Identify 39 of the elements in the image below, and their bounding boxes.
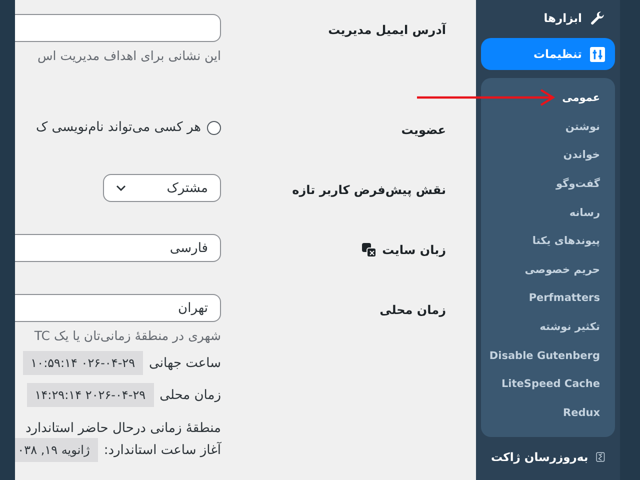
time-value: ۲۰۲۶-۰۴-۲۹ ۱۴:۲۹:۱۴ bbox=[26, 383, 154, 407]
submenu-item[interactable]: LiteSpeed Cache bbox=[501, 370, 615, 399]
menu-item[interactable]: تنظیمات bbox=[481, 38, 615, 70]
date-value: ژانویه ۱۹, ۰۳۸ bbox=[15, 438, 98, 462]
field-hint: این نشانی برای اهداف مدیریت اس bbox=[36, 48, 221, 63]
radio-option[interactable]: هر کسی می‌تواند نام‌نویسی ک bbox=[15, 114, 221, 135]
submenu-item[interactable]: Disable Gutenberg bbox=[489, 341, 615, 370]
submenu-item[interactable]: Perfmatters bbox=[528, 284, 615, 313]
field-label: زمان محلی bbox=[380, 303, 446, 317]
submenu-item[interactable]: خواندن bbox=[563, 141, 615, 170]
submenu-item[interactable]: نوشتن bbox=[565, 112, 615, 142]
role-select[interactable]: مشترک bbox=[103, 174, 221, 202]
sliders-icon bbox=[590, 46, 605, 62]
clock-label: زمان محلی bbox=[160, 388, 221, 402]
submenu-item[interactable]: تکثیر نوشته bbox=[540, 312, 615, 342]
wrench-icon bbox=[590, 10, 605, 26]
field-label: زبان سایت bbox=[382, 243, 446, 257]
submenu-item[interactable]: Redux bbox=[563, 398, 615, 428]
language-field[interactable]: فارسی bbox=[15, 234, 221, 262]
submenu-item[interactable]: عمومی bbox=[562, 84, 615, 113]
time-value: ۰۲۶-۰۴-۲۹ ۱۰:۵۹:۱۴ bbox=[22, 351, 144, 375]
text-field[interactable]: تهران bbox=[15, 294, 221, 322]
submenu-item[interactable]: پیوندهای یکتا bbox=[532, 226, 615, 256]
menu-item[interactable]: به‌روزرسان ژاکت bbox=[481, 443, 615, 472]
radio-circle[interactable] bbox=[207, 120, 221, 134]
submenu-item[interactable]: رسانه bbox=[569, 198, 615, 227]
field-label: آدرس ایمیل مدیریت bbox=[328, 23, 446, 37]
timezone-note: منطقهٔ زمانی درحال حاضر استاندارد bbox=[25, 421, 221, 436]
clock-label: ساعت جهانی bbox=[149, 356, 221, 370]
menu-item[interactable]: ابزارها bbox=[481, 4, 615, 32]
chevron-down-icon bbox=[116, 185, 126, 191]
submenu-item[interactable]: گفت‌وگو bbox=[556, 170, 615, 198]
text-field[interactable] bbox=[15, 14, 221, 42]
field-hint: شهری در منطقهٔ زمانی‌تان یا یک TC bbox=[33, 328, 221, 343]
translate-icon bbox=[362, 243, 376, 257]
field-label: نقش پیش‌فرض کاربر تازه bbox=[292, 183, 446, 197]
submenu-item[interactable]: حریم خصوصی bbox=[524, 256, 615, 284]
field-label: عضویت bbox=[401, 123, 446, 137]
clock-label: آغاز ساعت استاندارد: bbox=[104, 442, 221, 458]
